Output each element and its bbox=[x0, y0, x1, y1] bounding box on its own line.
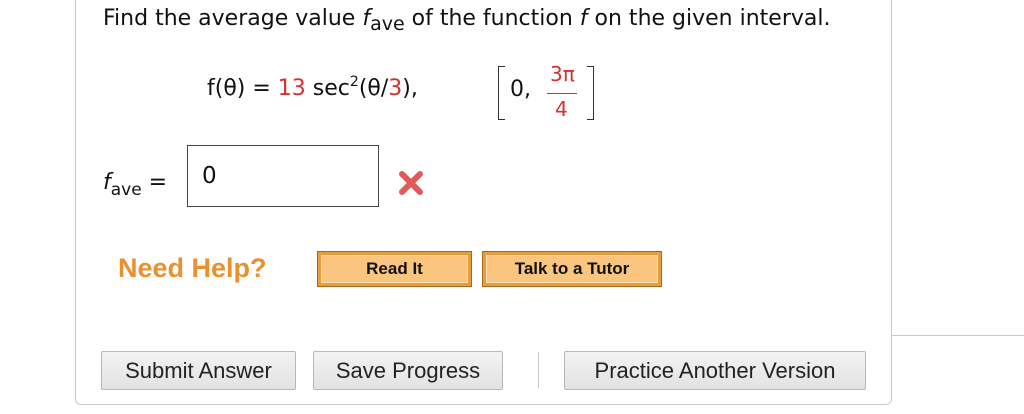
question-text: Find the average value fave of the funct… bbox=[103, 6, 831, 34]
question-prefix: Find the average value bbox=[103, 6, 363, 31]
question-f-symbol: f bbox=[362, 6, 371, 31]
interval-right-bracket bbox=[587, 66, 594, 120]
need-help-heading: Need Help? bbox=[118, 253, 267, 283]
submit-answer-button[interactable]: Submit Answer bbox=[101, 351, 296, 390]
question-middle: of the function bbox=[404, 6, 580, 31]
function-formula: f(θ) = 13 sec2(θ/3), bbox=[207, 74, 418, 101]
formula-coefficient: 13 bbox=[277, 76, 306, 101]
read-it-label: Read It bbox=[321, 255, 468, 283]
save-progress-button[interactable]: Save Progress bbox=[313, 351, 503, 390]
practice-another-version-button[interactable]: Practice Another Version bbox=[564, 351, 866, 390]
interval-end-denominator: 4 bbox=[555, 97, 568, 121]
question-suffix: on the given interval. bbox=[587, 6, 831, 31]
read-it-button[interactable]: Read It bbox=[317, 251, 472, 287]
fave-label-equals: = bbox=[141, 170, 168, 195]
interval-end-numerator: 3π bbox=[550, 62, 575, 86]
formula-lhs: f(θ) bbox=[207, 76, 246, 101]
formula-arg-open: (θ/ bbox=[358, 76, 389, 101]
question-f-symbol-2: f bbox=[579, 6, 588, 31]
talk-to-tutor-button[interactable]: Talk to a Tutor bbox=[482, 251, 662, 287]
interval: 0, 3π 4 bbox=[494, 62, 598, 122]
formula-equals: = bbox=[245, 76, 278, 101]
formula-exponent: 2 bbox=[349, 74, 359, 90]
question-ave-subscript: ave bbox=[370, 13, 405, 35]
fraction-bar bbox=[547, 93, 577, 94]
talk-to-tutor-label: Talk to a Tutor bbox=[486, 255, 658, 283]
x-mark-icon bbox=[399, 171, 423, 195]
answer-input[interactable] bbox=[187, 145, 379, 207]
fave-label: fave = bbox=[103, 170, 168, 199]
interval-start: 0, bbox=[510, 77, 531, 102]
fave-label-subscript: ave bbox=[110, 180, 142, 200]
formula-arg-close: ), bbox=[402, 76, 418, 101]
formula-function: sec bbox=[305, 76, 350, 101]
interval-left-bracket bbox=[498, 66, 505, 120]
button-divider bbox=[538, 352, 539, 388]
panel-divider-line bbox=[892, 335, 1024, 336]
formula-arg-denominator: 3 bbox=[388, 76, 403, 101]
fave-label-f: f bbox=[103, 170, 111, 195]
